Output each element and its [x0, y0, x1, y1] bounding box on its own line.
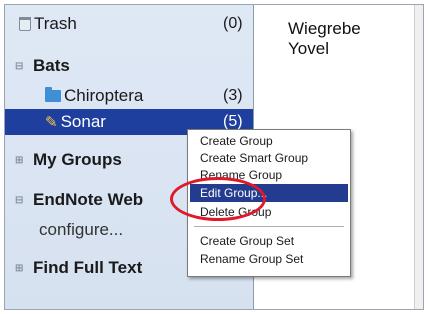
configure-label: configure...: [39, 220, 124, 239]
menu-separator: [194, 226, 344, 227]
folder-icon: [45, 87, 61, 102]
reference-author[interactable]: Yovel: [288, 39, 329, 59]
menu-item-create-smart-group[interactable]: Create Smart Group: [200, 151, 308, 165]
trash-icon: [19, 17, 31, 31]
group-set-find-full-text-label: Find Full Text: [33, 258, 143, 277]
group-set-bats-label: Bats: [33, 56, 70, 75]
group-trash[interactable]: Trash (0): [5, 11, 253, 37]
group-sonar-label: Sonar: [60, 112, 106, 131]
group-set-bats[interactable]: ⊟ Bats: [5, 53, 253, 79]
group-set-endnote-web-label: EndNote Web: [33, 190, 144, 209]
expand-icon[interactable]: ⊞: [15, 263, 23, 274]
collapse-icon[interactable]: ⊟: [15, 61, 23, 72]
expand-icon[interactable]: ⊞: [15, 155, 23, 166]
smart-group-icon: ✎: [45, 114, 58, 131]
menu-item-create-group-set[interactable]: Create Group Set: [200, 234, 294, 248]
group-trash-label: Trash: [34, 14, 77, 33]
vertical-scrollbar[interactable]: [414, 5, 423, 309]
menu-item-create-group[interactable]: Create Group: [200, 134, 273, 148]
endnote-window: Trash (0) ⊟ Bats Chiroptera (3) ✎ Sonar …: [4, 4, 424, 310]
reference-author[interactable]: Wiegrebe: [288, 19, 361, 39]
group-set-my-groups-label: My Groups: [33, 150, 122, 169]
group-chiroptera-label: Chiroptera: [64, 86, 144, 105]
group-trash-count: (0): [223, 15, 243, 32]
group-chiroptera-count: (3): [223, 87, 243, 104]
annotation-circle: [170, 177, 266, 221]
menu-item-rename-group-set[interactable]: Rename Group Set: [200, 252, 303, 266]
collapse-icon[interactable]: ⊟: [15, 195, 23, 206]
group-chiroptera[interactable]: Chiroptera (3): [5, 83, 253, 109]
